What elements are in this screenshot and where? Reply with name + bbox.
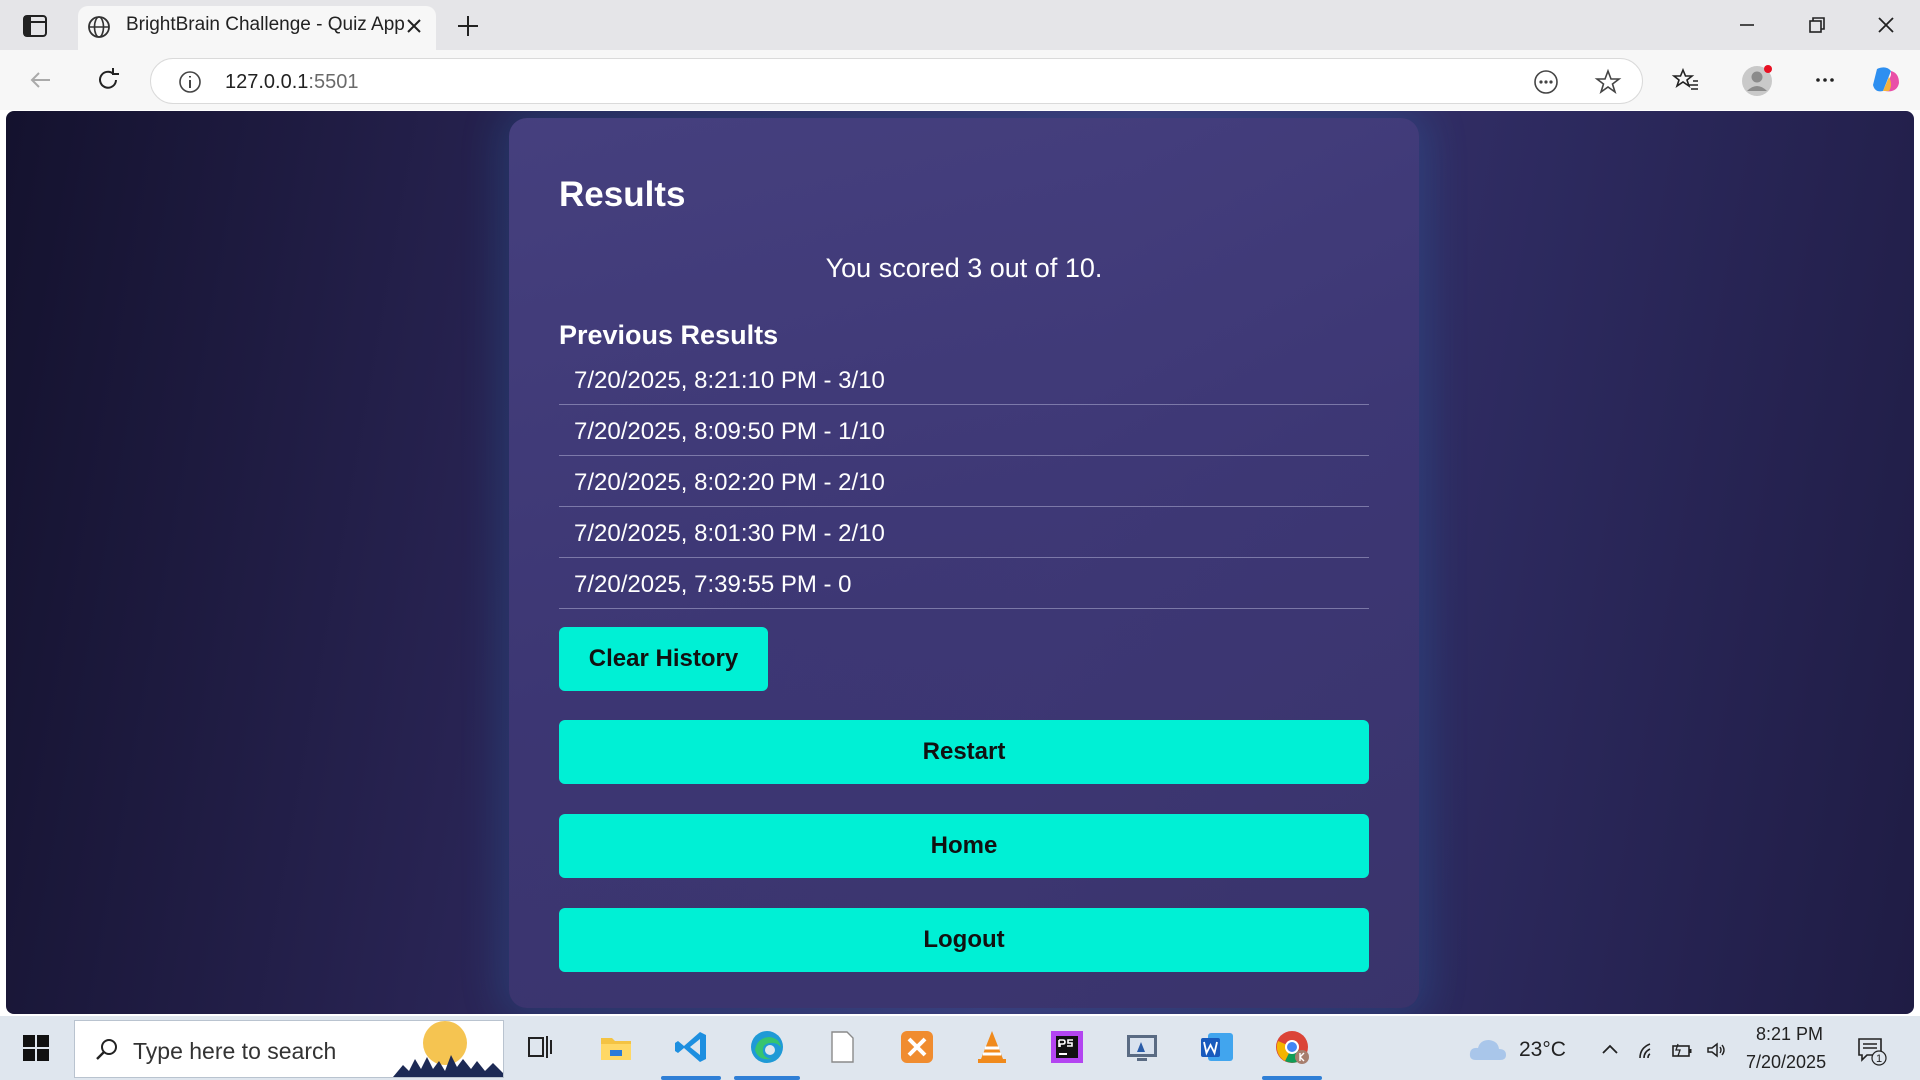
page-viewport: Results You scored 3 out of 10. Previous… [6, 111, 1914, 1014]
address-bar[interactable]: 127.0.0.1:5501 [150, 58, 1643, 104]
history-item: 7/20/2025, 8:21:10 PM - 3/10 [559, 354, 1369, 405]
browser-tab-bar: BrightBrain Challenge - Quiz App [0, 0, 1920, 50]
score-text: You scored 3 out of 10. [825, 253, 1103, 283]
clock-date[interactable]: 7/20/2025 [1746, 1052, 1826, 1073]
history-item: 7/20/2025, 8:02:20 PM - 2/10 [559, 456, 1369, 507]
tab-title: BrightBrain Challenge - Quiz App [126, 14, 405, 35]
results-heading: Results [559, 175, 686, 214]
browser-toolbar: 127.0.0.1:5501 [0, 50, 1920, 110]
copilot-icon[interactable] [1869, 63, 1903, 97]
url-host: 127.0.0.1 [225, 71, 309, 93]
phpstorm-icon[interactable] [1048, 1028, 1086, 1066]
search-placeholder: Type here to search [133, 1038, 337, 1064]
chrome-active-indicator [1262, 1076, 1322, 1080]
search-highlight-image [393, 1021, 503, 1077]
favorites-icon[interactable] [1671, 65, 1701, 95]
clock-time[interactable]: 8:21 PM [1756, 1024, 1823, 1045]
restore-icon[interactable] [1804, 12, 1830, 38]
windows-start-icon[interactable] [22, 1034, 50, 1062]
reading-mode-icon[interactable] [1531, 67, 1561, 97]
cloud-weather-icon[interactable] [1468, 1036, 1508, 1062]
chrome-icon[interactable] [1273, 1028, 1311, 1066]
results-card: Results You scored 3 out of 10. Previous… [509, 118, 1419, 1008]
file-explorer-icon[interactable] [597, 1028, 635, 1066]
notification-count: 1 [1876, 1053, 1882, 1065]
home-button[interactable]: Home [559, 814, 1369, 878]
url-text[interactable]: 127.0.0.1:5501 [225, 71, 358, 94]
volume-icon[interactable] [1704, 1038, 1728, 1062]
favorite-star-icon[interactable] [1593, 67, 1623, 97]
minimize-icon[interactable] [1734, 12, 1760, 38]
globe-icon [88, 16, 110, 38]
site-info-icon[interactable] [175, 67, 205, 97]
close-window-icon[interactable] [1873, 12, 1899, 38]
remote-desktop-icon[interactable] [1123, 1028, 1161, 1066]
more-options-icon[interactable] [1810, 65, 1840, 95]
refresh-icon[interactable] [93, 65, 123, 95]
clear-history-button[interactable]: Clear History [559, 627, 768, 691]
weather-temperature[interactable]: 23°C [1519, 1038, 1566, 1062]
results-history-list: 7/20/2025, 8:21:10 PM - 3/10 7/20/2025, … [559, 354, 1369, 609]
url-port: :5501 [308, 71, 359, 93]
windows-taskbar: Type here to search 23°C 8:21 PM 7/20/20… [0, 1016, 1920, 1080]
new-tab-icon[interactable] [454, 12, 482, 40]
restart-button[interactable]: Restart [559, 720, 1369, 784]
history-item: 7/20/2025, 8:01:30 PM - 2/10 [559, 507, 1369, 558]
battery-icon[interactable] [1670, 1038, 1694, 1062]
taskbar-search-box[interactable]: Type here to search [74, 1020, 504, 1078]
chevron-up-icon[interactable] [1598, 1038, 1622, 1062]
vlc-icon[interactable] [973, 1028, 1011, 1066]
history-item: 7/20/2025, 8:09:50 PM - 1/10 [559, 405, 1369, 456]
notification-center-icon[interactable]: 1 [1855, 1034, 1887, 1066]
history-item: 7/20/2025, 7:39:55 PM - 0 [559, 558, 1369, 609]
search-icon [96, 1039, 117, 1060]
close-tab-icon[interactable] [402, 14, 426, 38]
edge-active-indicator [734, 1076, 800, 1080]
word-icon[interactable] [1198, 1028, 1236, 1066]
previous-results-heading: Previous Results [559, 320, 779, 350]
vscode-active-indicator [661, 1076, 721, 1080]
edge-icon[interactable] [748, 1028, 786, 1066]
logout-button[interactable]: Logout [559, 908, 1369, 972]
tab-actions-icon[interactable] [22, 14, 48, 38]
back-icon[interactable] [26, 65, 56, 95]
wifi-icon[interactable] [1636, 1038, 1660, 1062]
notepad-icon[interactable] [823, 1028, 861, 1066]
vscode-icon[interactable] [672, 1028, 710, 1066]
profile-avatar-icon[interactable] [1740, 64, 1774, 98]
xampp-icon[interactable] [898, 1028, 936, 1066]
task-view-icon[interactable] [520, 1028, 558, 1066]
